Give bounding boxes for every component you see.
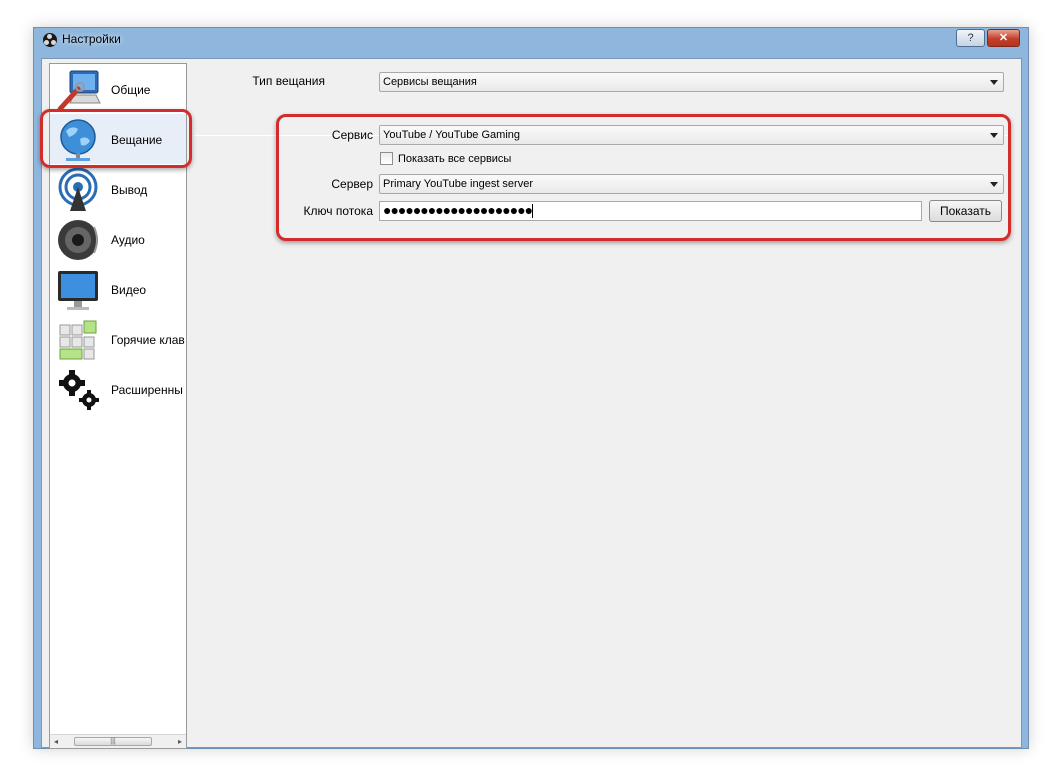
gears-icon	[59, 370, 99, 410]
sidebar-item-label: Горячие клав	[111, 333, 185, 347]
sidebar-item-label: Вывод	[111, 183, 148, 197]
monitor-icon	[58, 271, 98, 310]
broadcast-antenna-icon	[58, 167, 98, 211]
scroll-left-arrow-icon[interactable]: ◂	[54, 737, 58, 746]
help-button[interactable]: ?	[956, 29, 985, 47]
window-title: Настройки	[62, 32, 121, 46]
scroll-right-arrow-icon[interactable]: ▸	[178, 737, 182, 746]
sidebar-item-label: Общие	[111, 83, 151, 97]
title-bar[interactable]: Настройки ? ✕	[34, 28, 1028, 52]
sidebar-item-hotkeys[interactable]: Горячие клав	[50, 314, 186, 364]
close-button[interactable]: ✕	[987, 29, 1020, 47]
scroll-thumb[interactable]: |||	[74, 737, 152, 746]
sidebar-item-label: Видео	[111, 283, 147, 297]
keyboard-keys-icon	[59, 320, 97, 360]
sidebar-item-video[interactable]: Видео	[50, 264, 186, 314]
obs-logo-icon	[43, 33, 57, 47]
sidebar-item-label: Аудио	[111, 233, 145, 247]
stream-type-select[interactable]: Сервисы вещания	[379, 72, 1004, 92]
sidebar-item-label: Расширенны	[111, 383, 183, 397]
sidebar-item-advanced[interactable]: Расширенны	[50, 364, 186, 414]
sidebar-item-audio[interactable]: Аудио	[50, 214, 186, 264]
stream-type-label: Тип вещания	[252, 74, 325, 88]
sidebar-item-general[interactable]: Общие	[50, 64, 186, 114]
sidebar-horizontal-scrollbar[interactable]: ◂ ||| ▸	[50, 734, 186, 748]
highlight-stream-fields	[276, 114, 1011, 241]
highlight-sidebar-stream	[40, 109, 192, 168]
stream-type-value: Сервисы вещания	[383, 76, 477, 88]
speaker-icon	[58, 220, 98, 260]
dropdown-arrow-icon	[990, 80, 998, 85]
computer-wrench-icon	[57, 70, 101, 112]
sidebar-item-output[interactable]: Вывод	[50, 164, 186, 214]
